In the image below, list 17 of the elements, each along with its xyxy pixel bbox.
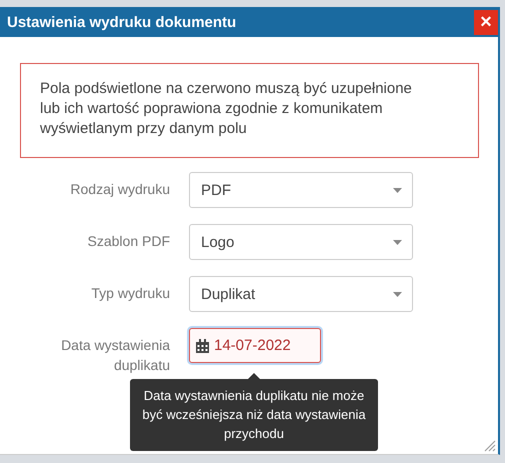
error-alert: Pola podświetlone na czerwono muszą być uzupełnione lub ich wartość poprawiona zgodnie z komunikatem wyświetlanym przy danym polu [20, 63, 479, 158]
field-label: Szablon PDF [86, 232, 170, 251]
dialog-title: Ustawienia wydruku dokumentu [7, 14, 236, 30]
resize-grip-icon[interactable] [484, 440, 496, 452]
select-field[interactable]: Logo [189, 224, 413, 260]
calendar-icon [196, 338, 209, 352]
caret-icon [393, 292, 402, 296]
select-field[interactable]: Duplikat [189, 276, 413, 312]
error-tooltip: Data wystawnienia duplikatu nie może być wcześniejsza niż data wystawienia przychodu [130, 379, 378, 451]
close-button[interactable]: × [474, 10, 498, 34]
caret-icon [393, 188, 402, 192]
date-field[interactable]: 14-07-2022 [189, 328, 321, 363]
caret-icon [393, 240, 402, 244]
field-label: Typ wydruku [90, 284, 170, 303]
select-field[interactable]: PDF [189, 172, 413, 208]
field-label: Rodzaj wydruku [69, 180, 170, 199]
field-label: Data wystawienia duplikatu [60, 336, 170, 375]
